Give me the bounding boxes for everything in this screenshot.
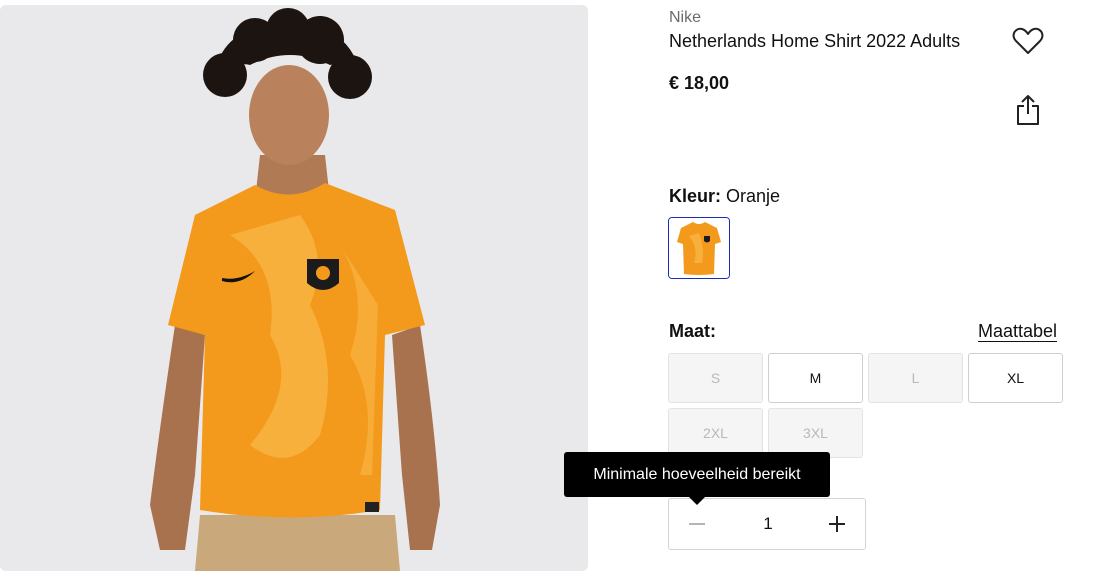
model-photo <box>0 5 588 571</box>
size-option-m[interactable]: M <box>768 353 863 403</box>
size-guide-link[interactable]: Maattabel <box>978 321 1057 342</box>
quantity-stepper[interactable]: 1 <box>668 498 866 550</box>
shirt-thumbnail <box>669 218 729 278</box>
plus-icon <box>829 516 845 532</box>
product-price: € 18,00 <box>669 73 730 93</box>
size-option-xl[interactable]: XL <box>968 353 1063 403</box>
color-row: Kleur: Oranje <box>669 186 780 207</box>
minus-icon <box>689 523 705 525</box>
size-option-3xl[interactable]: 3XL <box>768 408 863 458</box>
color-value: Oranje <box>726 186 781 206</box>
wishlist-button[interactable] <box>1010 24 1046 58</box>
size-option-2xl[interactable]: 2XL <box>668 408 763 458</box>
min-quantity-tooltip: Minimale hoeveelheid bereikt <box>564 452 830 497</box>
quantity-value[interactable]: 1 <box>725 499 811 549</box>
share-button[interactable] <box>1012 93 1044 127</box>
tooltip-arrow <box>688 496 706 505</box>
size-option-s[interactable]: S <box>668 353 763 403</box>
size-label: Maat: <box>669 321 717 341</box>
product-image[interactable] <box>0 5 588 571</box>
heart-outline-icon <box>1012 27 1044 54</box>
decrease-quantity-button[interactable] <box>669 499 725 549</box>
product-brand[interactable]: Nike <box>669 9 701 27</box>
share-icon <box>1017 95 1039 125</box>
increase-quantity-button[interactable] <box>809 499 865 549</box>
size-option-l[interactable]: L <box>868 353 963 403</box>
product-title: Netherlands Home Shirt 2022 Adults <box>669 31 961 51</box>
color-label: Kleur: <box>669 186 722 206</box>
color-swatch-oranje[interactable] <box>668 217 730 279</box>
